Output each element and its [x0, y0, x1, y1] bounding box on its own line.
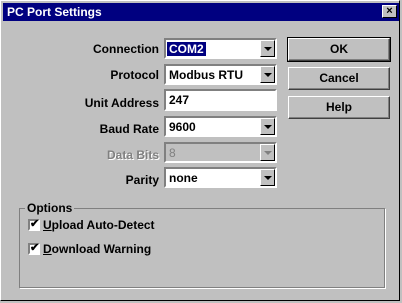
baud-rate-dropdown-button[interactable]	[260, 118, 275, 135]
checkmark-icon: ✔	[30, 242, 40, 254]
data-bits-select: 8	[164, 142, 277, 163]
connection-value: COM2	[167, 42, 206, 56]
baud-rate-select[interactable]: 9600	[164, 116, 277, 137]
connection-dropdown-button[interactable]	[260, 40, 275, 57]
unit-address-input[interactable]: 247	[164, 89, 277, 111]
protocol-value: Modbus RTU	[169, 68, 243, 82]
parity-value: none	[169, 171, 198, 185]
title-bar[interactable]: PC Port Settings ×	[3, 3, 399, 21]
upload-auto-detect-checkbox[interactable]: ✔	[28, 218, 40, 231]
parity-label: Parity	[125, 173, 159, 187]
data-bits-label: Data Bits	[106, 148, 159, 162]
upload-label-text: pload Auto-Detect	[51, 218, 155, 232]
data-bits-dropdown-button	[260, 144, 275, 161]
download-warning-checkbox[interactable]: ✔	[28, 242, 40, 255]
unit-address-value: 247	[169, 93, 190, 107]
pc-port-settings-dialog: PC Port Settings × Connection COM2 Proto…	[0, 0, 400, 301]
close-button[interactable]: ×	[382, 5, 397, 18]
parity-select[interactable]: none	[164, 167, 277, 188]
options-group-title: Options	[25, 201, 75, 215]
unit-address-label: Unit Address	[84, 96, 159, 110]
chevron-down-icon	[264, 125, 272, 129]
protocol-select[interactable]: Modbus RTU	[164, 64, 277, 85]
upload-auto-detect-label[interactable]: Upload Auto-Detect	[43, 218, 155, 232]
chevron-down-icon	[264, 47, 272, 51]
close-icon: ×	[386, 5, 393, 17]
connection-label: Connection	[93, 42, 159, 56]
download-label-text: ownload Warning	[51, 242, 152, 256]
window-title: PC Port Settings	[7, 5, 102, 19]
checkmark-icon: ✔	[30, 218, 40, 230]
cancel-button[interactable]: Cancel	[288, 67, 390, 90]
upload-mnemonic: U	[43, 218, 52, 232]
connection-select[interactable]: COM2	[164, 38, 277, 59]
data-bits-value: 8	[169, 146, 176, 160]
chevron-down-icon	[264, 151, 272, 155]
baud-rate-value: 9600	[169, 120, 196, 134]
help-button[interactable]: Help	[288, 96, 390, 119]
protocol-label: Protocol	[110, 68, 159, 82]
parity-dropdown-button[interactable]	[260, 169, 275, 186]
download-mnemonic: D	[43, 242, 52, 256]
ok-button[interactable]: OK	[287, 37, 391, 62]
download-warning-label[interactable]: Download Warning	[43, 242, 151, 256]
protocol-dropdown-button[interactable]	[260, 66, 275, 83]
chevron-down-icon	[264, 73, 272, 77]
baud-rate-label: Baud Rate	[99, 122, 159, 136]
chevron-down-icon	[264, 176, 272, 180]
